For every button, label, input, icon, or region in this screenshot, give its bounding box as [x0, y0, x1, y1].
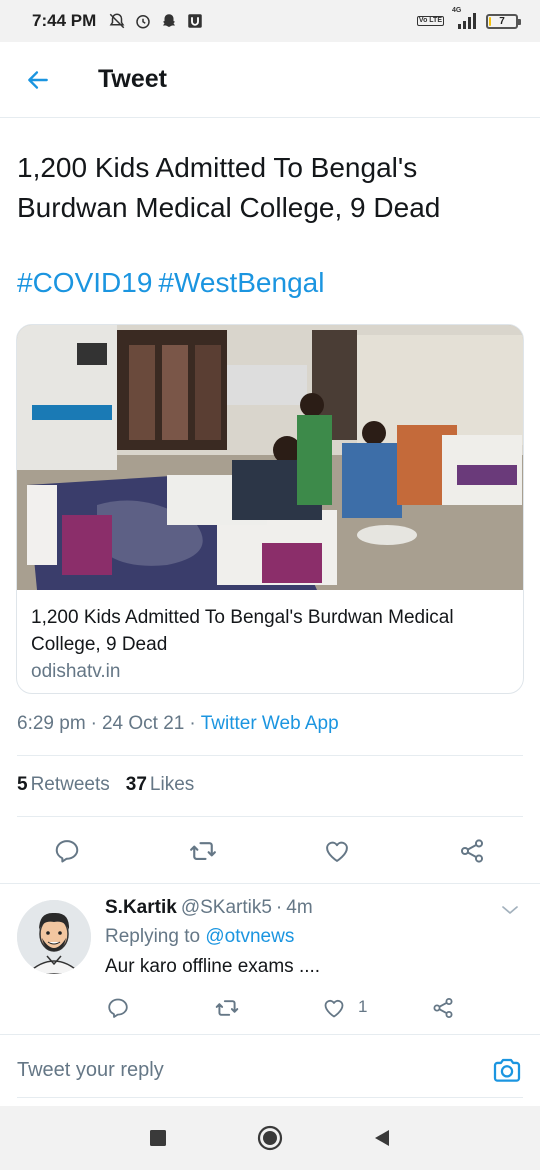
reply-share-button[interactable] — [430, 995, 456, 1021]
divider — [0, 883, 540, 884]
status-time: 7:44 PM — [32, 11, 97, 30]
reply-reply-button[interactable] — [105, 995, 131, 1021]
share-icon — [460, 839, 484, 863]
link-card-image — [17, 325, 523, 590]
hashtag-link[interactable]: #WestBengal — [158, 267, 324, 298]
page-title: Tweet — [98, 65, 167, 93]
link-card-title: 1,200 Kids Admitted To Bengal's Burdwan … — [31, 607, 454, 655]
replying-prefix: Replying to — [105, 926, 201, 947]
tweet-hashtags: #COVID19 #WestBengal — [17, 263, 330, 303]
back-button[interactable] — [16, 58, 60, 102]
reply-composer — [0, 1034, 540, 1106]
reply-button[interactable] — [51, 835, 83, 867]
tweet-stats: 5 Retweets 37 Likes — [17, 774, 194, 796]
share-icon — [433, 998, 453, 1018]
triangle-back-icon — [375, 1130, 389, 1146]
divider — [17, 755, 523, 756]
signal-icon: 4G — [452, 7, 478, 29]
status-bar: 7:44 PM Vo LTE 4G 7 — [0, 0, 540, 42]
retweets-count: 5 — [17, 774, 28, 795]
tweet-text: 1,200 Kids Admitted To Bengal's Burdwan … — [17, 152, 441, 223]
hashtag-link[interactable]: #COVID19 — [17, 267, 152, 298]
user-avatar-image — [17, 900, 91, 974]
home-circle-icon — [257, 1125, 283, 1151]
reply-like-count: 1 — [358, 997, 368, 1016]
likes-label: Likes — [149, 774, 195, 795]
likes-count: 37 — [125, 774, 147, 795]
retweet-icon — [215, 1000, 239, 1016]
reply-age: 4m — [286, 897, 313, 918]
status-notification-icons — [108, 12, 204, 30]
battery-percent: 7 — [499, 15, 505, 27]
square-icon — [150, 1130, 166, 1146]
alarm-icon — [134, 12, 152, 30]
reply-header: S.Kartik @SKartik5 · 4m — [105, 897, 313, 919]
replying-to: Replying to @otvnews — [105, 926, 294, 948]
reply-text: Aur karo offline exams .... — [105, 956, 321, 977]
link-card[interactable]: 1,200 Kids Admitted To Bengal's Burdwan … — [16, 324, 524, 694]
retweet-button[interactable] — [187, 835, 219, 867]
comment-icon — [108, 998, 128, 1018]
meta-separator: · — [90, 713, 97, 734]
replying-handle-link[interactable]: @otvnews — [205, 926, 294, 947]
meta-separator: · — [189, 713, 196, 734]
divider — [17, 816, 523, 817]
heart-icon — [324, 999, 344, 1018]
arrow-left-icon — [28, 70, 48, 89]
reply-author-name[interactable]: S.Kartik — [105, 897, 177, 919]
heart-icon — [326, 841, 348, 862]
retweets-label: Retweets — [30, 774, 110, 795]
like-button[interactable] — [321, 835, 353, 867]
tweet-actions — [0, 827, 540, 875]
reply-more-button[interactable] — [498, 898, 522, 922]
divider — [17, 1097, 523, 1098]
link-card-domain: odishatv.in — [31, 661, 121, 682]
u-app-icon — [186, 12, 204, 30]
app-header: Tweet — [0, 42, 540, 118]
tweet-meta: 6:29 pm · 24 Oct 21 · Twitter Web App — [17, 713, 339, 735]
camera-icon — [493, 1058, 521, 1082]
chevron-down-icon — [502, 906, 518, 914]
network-type: 4G — [452, 7, 462, 14]
retweets-stat[interactable]: 5 Retweets — [17, 774, 110, 796]
hospital-ward-photo — [17, 325, 523, 590]
reply-retweet-button[interactable] — [214, 995, 240, 1021]
retweet-icon — [190, 842, 216, 860]
camera-button[interactable] — [490, 1053, 524, 1087]
tweet-time: 6:29 pm — [17, 713, 86, 734]
tweet-date: 24 Oct 21 — [101, 713, 185, 734]
link-card-body: 1,200 Kids Admitted To Bengal's Burdwan … — [17, 590, 523, 693]
reply-actions — [0, 993, 540, 1023]
battery-level — [489, 16, 491, 26]
comment-icon — [55, 840, 79, 863]
reply-input[interactable] — [17, 1059, 457, 1082]
system-nav-bar — [0, 1106, 540, 1170]
home-button[interactable] — [256, 1124, 284, 1152]
meta-separator: · — [275, 897, 283, 918]
reply-like-button[interactable] — [321, 995, 347, 1021]
snapchat-icon — [160, 12, 178, 30]
recents-button[interactable] — [144, 1124, 172, 1152]
likes-stat[interactable]: 37 Likes — [126, 774, 195, 796]
share-button[interactable] — [456, 835, 488, 867]
status-system-icons: Vo LTE 4G 7 — [416, 7, 521, 29]
reply-author-handle[interactable]: @SKartik5 — [181, 897, 272, 919]
volte-badge: Vo LTE — [416, 16, 444, 26]
back-nav-button[interactable] — [368, 1124, 396, 1152]
tweet-source[interactable]: Twitter Web App — [201, 713, 339, 735]
battery-icon: 7 — [486, 13, 521, 29]
mute-bell-icon — [108, 12, 126, 30]
avatar[interactable] — [17, 900, 91, 974]
